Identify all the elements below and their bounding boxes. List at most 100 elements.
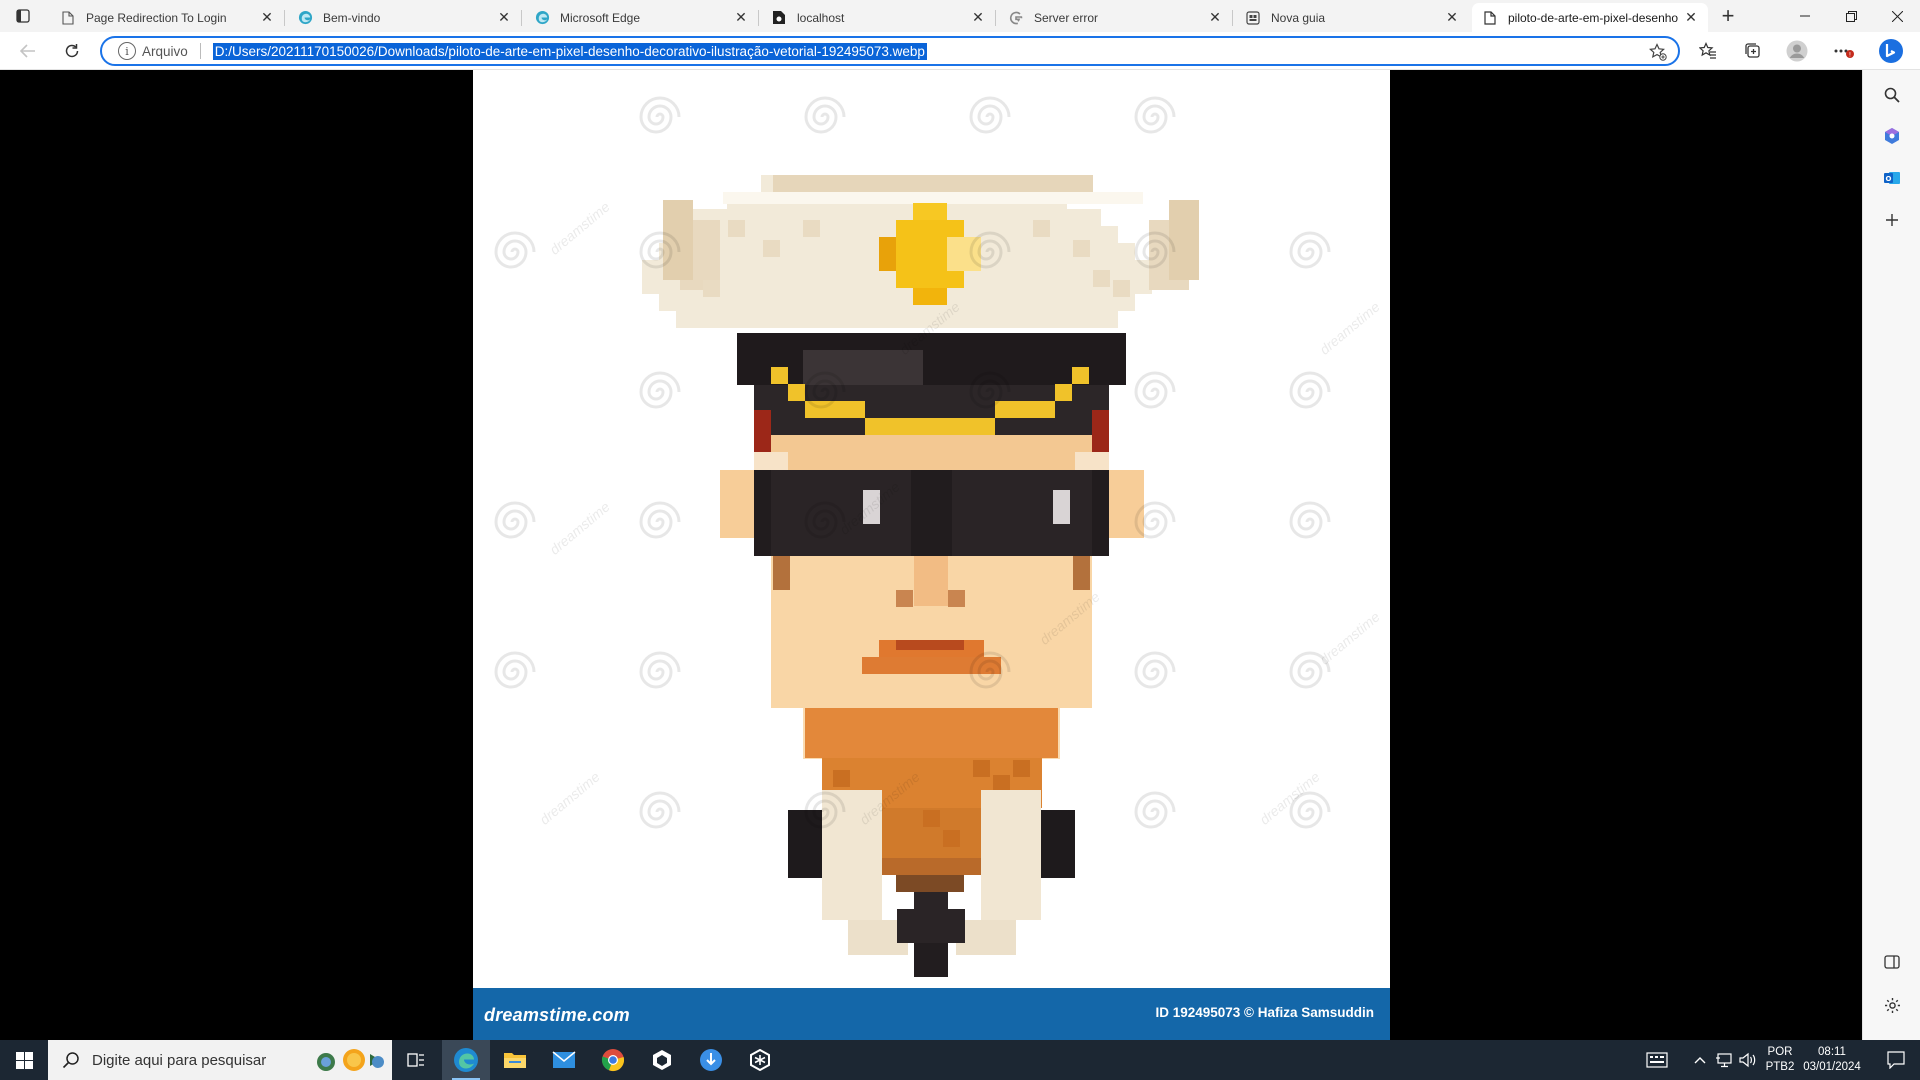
tab-strip: Page Redirection To Login ✕ Bem-vindo ✕ …: [0, 0, 1920, 32]
watermark-spiral-icon: [1133, 370, 1177, 414]
minimize-button[interactable]: [1782, 0, 1828, 32]
task-view-icon: [407, 1053, 424, 1067]
unity-icon: [750, 1049, 770, 1071]
tab-actions-button[interactable]: [10, 6, 36, 26]
sidebar-settings-button[interactable]: [1878, 991, 1906, 1019]
watermark-spiral-icon: [638, 95, 682, 139]
taskbar-app-cube[interactable]: [638, 1040, 686, 1080]
settings-more-button[interactable]: !: [1830, 37, 1858, 65]
watermark-spiral-icon: [968, 370, 1012, 414]
close-icon[interactable]: ✕: [732, 9, 750, 27]
tab-title: piloto-de-arte-em-pixel-desenho: [1508, 10, 1679, 25]
task-view-button[interactable]: [392, 1040, 440, 1080]
favorites-button[interactable]: [1694, 37, 1722, 65]
volume-icon: [1739, 1052, 1756, 1068]
start-button[interactable]: [0, 1040, 48, 1080]
favorites-icon: [1699, 42, 1716, 59]
close-icon[interactable]: ✕: [495, 9, 513, 27]
watermark-spiral-icon: [1133, 95, 1177, 139]
tab-piloto-active[interactable]: piloto-de-arte-em-pixel-desenho ✕: [1472, 3, 1708, 32]
bing-icon: [1879, 39, 1903, 63]
tab-page-redirection[interactable]: Page Redirection To Login ✕: [50, 3, 285, 32]
edge-icon: [454, 1048, 478, 1072]
tray-show-hidden[interactable]: [1688, 1040, 1712, 1080]
image-credit: ID 192495073 © Hafiza Samsuddin: [1155, 1005, 1374, 1020]
taskbar-mail[interactable]: [540, 1040, 588, 1080]
edge-icon: [297, 10, 313, 26]
browser-toolbar: i Arquivo D:/Users/20211170150026/Downlo…: [0, 32, 1920, 70]
new-tab-button[interactable]: +: [1716, 3, 1740, 28]
tray-clock[interactable]: 08:11 03/01/2024: [1800, 1040, 1864, 1080]
cube-icon: [653, 1050, 671, 1070]
svg-text:O: O: [1886, 175, 1892, 183]
plus-icon: [1886, 214, 1898, 226]
tab-title: Nova guia: [1271, 10, 1326, 25]
tab-localhost[interactable]: localhost ✕: [761, 3, 996, 32]
tray-keyboard[interactable]: [1640, 1040, 1674, 1080]
restore-button[interactable]: [1828, 0, 1874, 32]
tray-volume[interactable]: [1736, 1040, 1760, 1080]
close-window-icon: [1891, 10, 1903, 22]
sidebar-add-button[interactable]: [1878, 206, 1906, 234]
close-window-button[interactable]: [1874, 0, 1920, 32]
back-button[interactable]: [14, 37, 42, 65]
close-icon[interactable]: ✕: [258, 9, 276, 27]
tray-network[interactable]: [1712, 1040, 1736, 1080]
protocol-label: Arquivo: [142, 43, 188, 59]
watermark-spiral-icon: [1133, 500, 1177, 544]
cap-visor: [737, 333, 1126, 385]
windows-taskbar: Digite aqui para pesquisar POR PTB2 08:1…: [0, 1040, 1920, 1080]
tray-language[interactable]: POR PTB2: [1760, 1040, 1800, 1080]
tab-server-error[interactable]: Server error ✕: [998, 3, 1233, 32]
taskbar-app-download[interactable]: [687, 1040, 735, 1080]
taskbar-search-box[interactable]: Digite aqui para pesquisar: [48, 1040, 392, 1080]
profile-button[interactable]: [1783, 37, 1811, 65]
close-icon[interactable]: ✕: [1682, 9, 1700, 27]
refresh-button[interactable]: [58, 37, 86, 65]
address-bar[interactable]: i Arquivo D:/Users/20211170150026/Downlo…: [100, 36, 1680, 66]
clock-date: 03/01/2024: [1803, 1061, 1861, 1073]
tab-title: Microsoft Edge: [560, 10, 641, 25]
restore-icon: [1845, 10, 1857, 22]
close-icon[interactable]: ✕: [969, 9, 987, 27]
windows-icon: [15, 1051, 33, 1069]
close-icon[interactable]: ✕: [1443, 9, 1461, 27]
image-footer: dreamstime.com ID 192495073 © Hafiza Sam…: [473, 988, 1390, 1040]
watermark-spiral-icon: [1133, 650, 1177, 694]
copilot-button[interactable]: [1877, 37, 1905, 65]
chrome-icon: [601, 1049, 625, 1072]
add-favorite-icon[interactable]: [1648, 42, 1668, 62]
tray-notifications[interactable]: [1872, 1040, 1920, 1080]
taskbar-chrome[interactable]: [589, 1040, 637, 1080]
taskbar-app-unity[interactable]: [736, 1040, 784, 1080]
close-icon[interactable]: ✕: [1206, 9, 1224, 27]
image-preview: dreamstime dreamstime dreamstime dreamstime…: [473, 70, 1390, 1040]
sidebar-tools-button[interactable]: [1878, 122, 1906, 150]
sidebar-hide-button[interactable]: [1878, 948, 1906, 976]
taskbar-file-explorer[interactable]: [491, 1040, 539, 1080]
url-text[interactable]: D:/Users/20211170150026/Downloads/piloto…: [212, 42, 927, 60]
watermark-spiral-icon: [638, 230, 682, 274]
search-placeholder: Digite aqui para pesquisar: [92, 1051, 267, 1069]
tab-nova-guia[interactable]: Nova guia ✕: [1235, 3, 1469, 32]
document-icon: [771, 10, 787, 26]
tab-bem-vindo[interactable]: Bem-vindo ✕: [287, 3, 522, 32]
watermark-spiral-icon: [803, 790, 847, 834]
collections-button[interactable]: [1739, 37, 1767, 65]
dreamstime-logo: dreamstime.com: [484, 1005, 630, 1025]
taskbar-edge[interactable]: [442, 1040, 490, 1080]
watermark-spiral-icon: [803, 95, 847, 139]
edge-sidebar: O: [1862, 70, 1920, 1040]
arrow-left-icon: [20, 44, 35, 58]
sidebar-outlook-button[interactable]: O: [1878, 164, 1906, 192]
collections-icon: [1745, 43, 1760, 58]
chevron-up-icon: [1694, 1057, 1706, 1064]
sidebar-search-button[interactable]: [1878, 81, 1906, 109]
notification-icon: [1887, 1051, 1905, 1069]
tab-microsoft-edge[interactable]: Microsoft Edge ✕: [524, 3, 759, 32]
watermark-spiral-icon: [968, 95, 1012, 139]
gear-icon: [1884, 997, 1900, 1013]
watermark-spiral-icon: [493, 230, 537, 274]
page-viewport: dreamstime dreamstime dreamstime dreamstime…: [0, 70, 1862, 1040]
info-icon[interactable]: i: [118, 42, 136, 60]
